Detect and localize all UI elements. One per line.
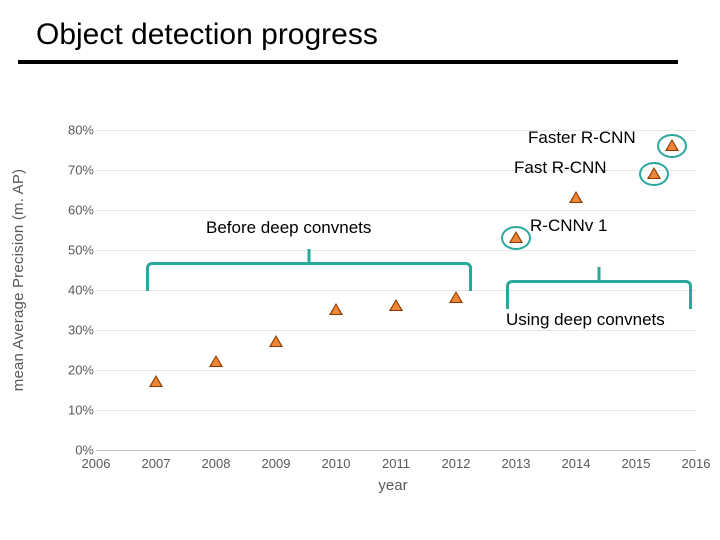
ann-using-deep: Using deep convnets: [506, 310, 665, 330]
y-tick: 10%: [56, 403, 94, 418]
page-title: Object detection progress: [36, 18, 378, 52]
x-tick: 2008: [196, 456, 236, 471]
slide: Object detection progress mean Average P…: [0, 0, 720, 540]
ann-faster-rcnn: Faster R-CNN: [528, 128, 636, 148]
y-tick: 40%: [56, 283, 94, 298]
x-tick: 2010: [316, 456, 356, 471]
x-tick: 2013: [496, 456, 536, 471]
ann-rcnn: R-CNNv 1: [530, 216, 607, 236]
brace-before: [146, 262, 472, 291]
y-tick: 60%: [56, 203, 94, 218]
data-point: [149, 375, 163, 387]
highlight-circle: [639, 162, 669, 186]
data-point: [209, 355, 223, 367]
x-tick: 2012: [436, 456, 476, 471]
data-point: [269, 335, 283, 347]
brace-stub: [598, 267, 601, 283]
x-axis-label: year: [80, 477, 706, 494]
x-tick: 2007: [136, 456, 176, 471]
x-tick: 2006: [76, 456, 116, 471]
y-axis-label: mean Average Precision (m. AP): [10, 110, 27, 450]
y-tick: 30%: [56, 323, 94, 338]
y-tick: 80%: [56, 123, 94, 138]
x-tick: 2016: [676, 456, 716, 471]
x-tick: 2011: [376, 456, 416, 471]
x-tick: 2009: [256, 456, 296, 471]
ann-before-deep: Before deep convnets: [206, 218, 371, 238]
data-point: [569, 191, 583, 203]
x-tick: 2015: [616, 456, 656, 471]
ann-fast-rcnn: Fast R-CNN: [514, 158, 607, 178]
y-tick: 20%: [56, 363, 94, 378]
title-underline: [18, 60, 678, 64]
x-tick: 2014: [556, 456, 596, 471]
chart: mean Average Precision (m. AP) year 80% …: [16, 130, 706, 500]
brace-after: [506, 280, 692, 309]
data-point: [329, 303, 343, 315]
y-tick: 50%: [56, 243, 94, 258]
plot-area: Before deep convnets Using deep convnets…: [96, 130, 696, 451]
highlight-circle: [657, 134, 687, 158]
data-point: [389, 299, 403, 311]
y-tick: 70%: [56, 163, 94, 178]
highlight-circle: [501, 226, 531, 250]
brace-stub: [308, 249, 311, 265]
data-point: [449, 291, 463, 303]
